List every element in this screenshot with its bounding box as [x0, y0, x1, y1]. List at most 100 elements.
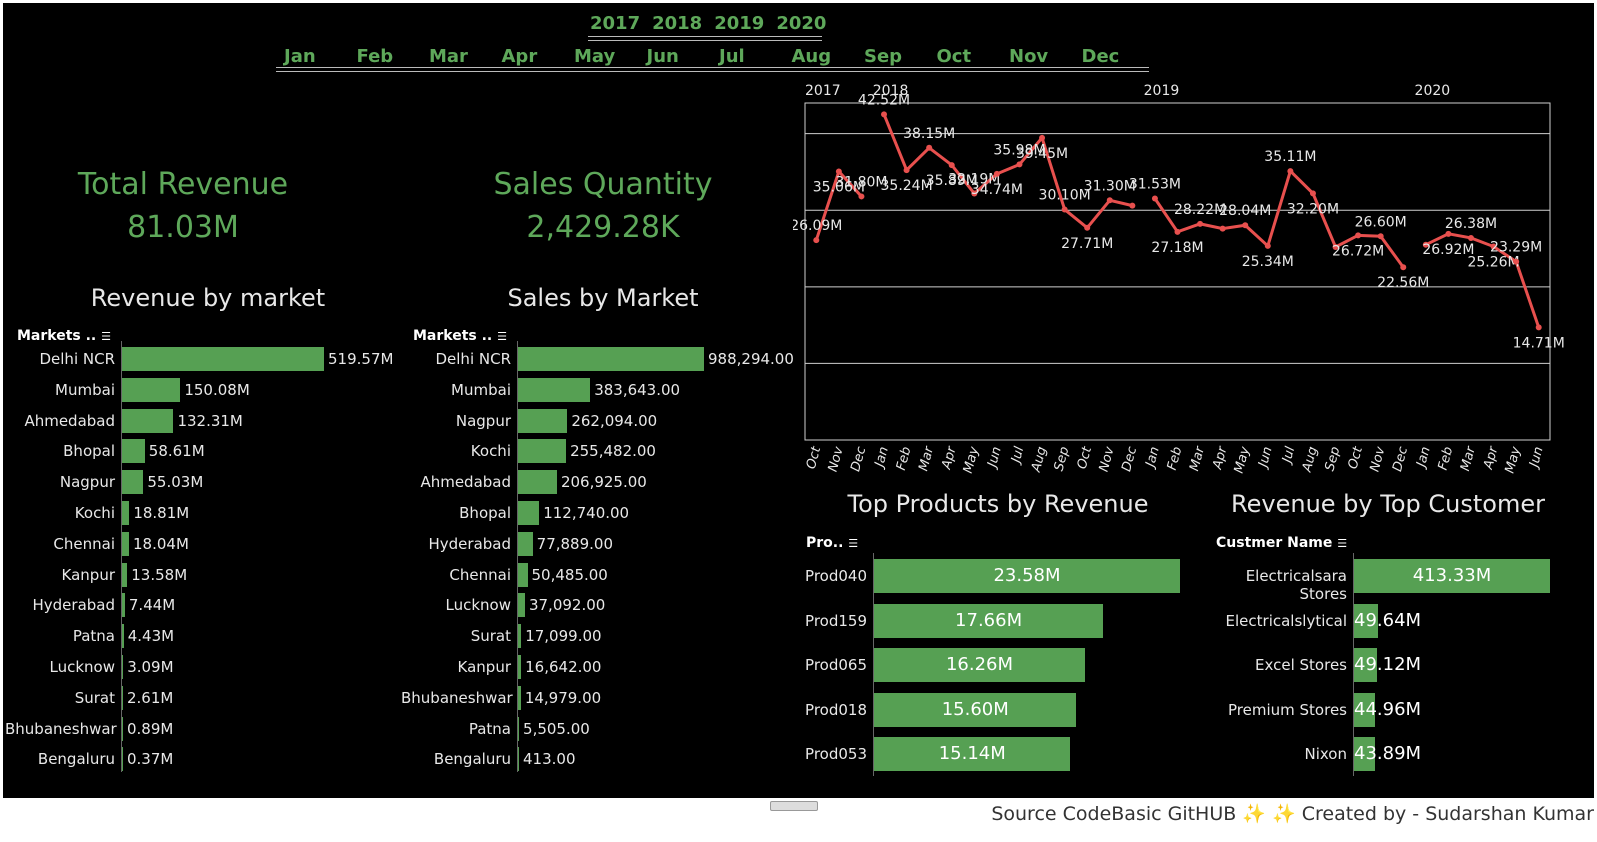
year-option[interactable]: 2019: [714, 13, 764, 34]
year-option[interactable]: 2020: [776, 13, 826, 34]
data-point[interactable]: [993, 170, 1000, 177]
month-option[interactable]: Dec: [1082, 46, 1120, 67]
month-option[interactable]: Mar: [429, 46, 468, 67]
month-axis-label: Jan: [1413, 445, 1433, 471]
bar-category-label: Mumbai: [451, 380, 511, 399]
bar[interactable]: [122, 377, 181, 402]
sort-icon[interactable]: ☰: [848, 537, 858, 550]
data-point[interactable]: [1106, 197, 1113, 204]
year-option[interactable]: 2018: [652, 13, 702, 34]
bar[interactable]: [518, 347, 704, 371]
year-filter[interactable]: 2017 2018 2019 2020: [590, 13, 838, 34]
month-option[interactable]: May: [574, 46, 615, 67]
bar-value-label: 3.09M: [127, 658, 174, 676]
resize-handle[interactable]: [770, 801, 818, 811]
month-filter[interactable]: Jan Feb Mar Apr May Jun Jul Aug Sep Oct Nov Dec: [278, 46, 1150, 68]
month-option[interactable]: Nov: [1009, 46, 1048, 67]
data-point[interactable]: [926, 144, 933, 151]
month-option[interactable]: Oct: [937, 46, 972, 67]
data-point[interactable]: [1309, 190, 1316, 197]
bar[interactable]: [122, 593, 125, 618]
bar[interactable]: [122, 439, 145, 464]
top-customer-header[interactable]: Custmer Name ☰: [1216, 535, 1347, 551]
top-products-header[interactable]: Pro.. ☰: [806, 535, 858, 551]
data-point[interactable]: [1377, 233, 1384, 240]
data-point[interactable]: [1219, 225, 1226, 232]
bar[interactable]: [122, 408, 174, 433]
bar[interactable]: [518, 562, 528, 587]
bar[interactable]: [518, 470, 557, 495]
bar[interactable]: [518, 593, 525, 618]
bar[interactable]: [518, 655, 522, 679]
data-point[interactable]: [1016, 161, 1023, 168]
data-point[interactable]: [1197, 220, 1204, 227]
sales-quantity-title: Sales Quantity: [493, 167, 713, 202]
data-point[interactable]: [1061, 206, 1068, 213]
revenue-by-market-header[interactable]: Markets .. ☰: [17, 328, 111, 344]
sort-icon[interactable]: ☰: [101, 330, 111, 343]
month-option[interactable]: Jun: [647, 46, 679, 67]
data-point[interactable]: [1467, 234, 1474, 241]
data-point[interactable]: [881, 111, 888, 118]
bar[interactable]: [122, 624, 124, 649]
month-option[interactable]: Feb: [357, 46, 394, 67]
data-point[interactable]: [813, 237, 820, 244]
bar[interactable]: [518, 377, 591, 402]
month-option[interactable]: Apr: [502, 46, 538, 67]
data-point[interactable]: [1513, 258, 1520, 265]
month-option[interactable]: Jul: [719, 46, 745, 67]
sort-icon[interactable]: ☰: [1337, 537, 1347, 550]
month-axis-label: Oct: [804, 444, 825, 470]
data-point[interactable]: [1174, 228, 1181, 235]
bar[interactable]: [518, 531, 533, 556]
data-point[interactable]: [1129, 202, 1136, 209]
month-axis-label: Dec: [1119, 445, 1140, 473]
month-option[interactable]: Sep: [864, 46, 902, 67]
data-point[interactable]: [1400, 264, 1407, 271]
data-point[interactable]: [1039, 134, 1046, 141]
bar[interactable]: [122, 501, 130, 525]
bar-value-label: 206,925.00: [560, 473, 647, 492]
bar-value-label: 77,889.00: [536, 534, 613, 553]
bar-value-label: 49.64M: [1354, 609, 1422, 631]
bar[interactable]: [122, 685, 123, 710]
bar[interactable]: [122, 347, 324, 371]
bar[interactable]: [122, 470, 144, 495]
data-point[interactable]: [1151, 195, 1158, 202]
month-option[interactable]: Jan: [284, 46, 316, 67]
bar[interactable]: [518, 716, 520, 741]
data-point[interactable]: [948, 162, 955, 169]
top-customer-title: Revenue by Top Customer: [1231, 490, 1545, 518]
month-axis-label: Dec: [1390, 445, 1411, 473]
bar[interactable]: [122, 747, 123, 772]
bar-value-label: 18.81M: [133, 504, 190, 522]
bar-category-label: Electricalsara Stores: [1245, 567, 1347, 603]
data-point[interactable]: [1355, 232, 1362, 239]
data-point[interactable]: [1242, 222, 1249, 229]
sort-icon[interactable]: ☰: [497, 330, 507, 343]
bar[interactable]: [122, 562, 128, 587]
data-point[interactable]: [1287, 168, 1294, 175]
data-point[interactable]: [1264, 242, 1271, 249]
bar-category-label: Mumbai: [55, 380, 115, 399]
sales-by-market-header[interactable]: Markets .. ☰: [413, 328, 507, 344]
year-option[interactable]: 2017: [590, 13, 640, 34]
bar[interactable]: [518, 685, 521, 710]
bar-category-label: Hyderabad: [428, 534, 512, 553]
bar[interactable]: [518, 501, 540, 525]
bar[interactable]: [518, 439, 567, 464]
month-option[interactable]: Aug: [792, 46, 832, 67]
bar[interactable]: [518, 747, 519, 772]
data-point[interactable]: [1084, 224, 1091, 231]
bar[interactable]: [122, 716, 123, 741]
data-point[interactable]: [858, 193, 865, 200]
data-label: 22.56M: [1377, 275, 1429, 291]
bar[interactable]: [122, 531, 129, 556]
bar-category-label: Patna: [468, 719, 511, 738]
bar[interactable]: [518, 408, 568, 433]
data-point[interactable]: [903, 167, 910, 174]
bar-value-label: 413.33M: [1412, 565, 1492, 586]
bar[interactable]: [122, 655, 124, 679]
bar[interactable]: [518, 624, 522, 649]
data-point[interactable]: [1535, 324, 1542, 331]
